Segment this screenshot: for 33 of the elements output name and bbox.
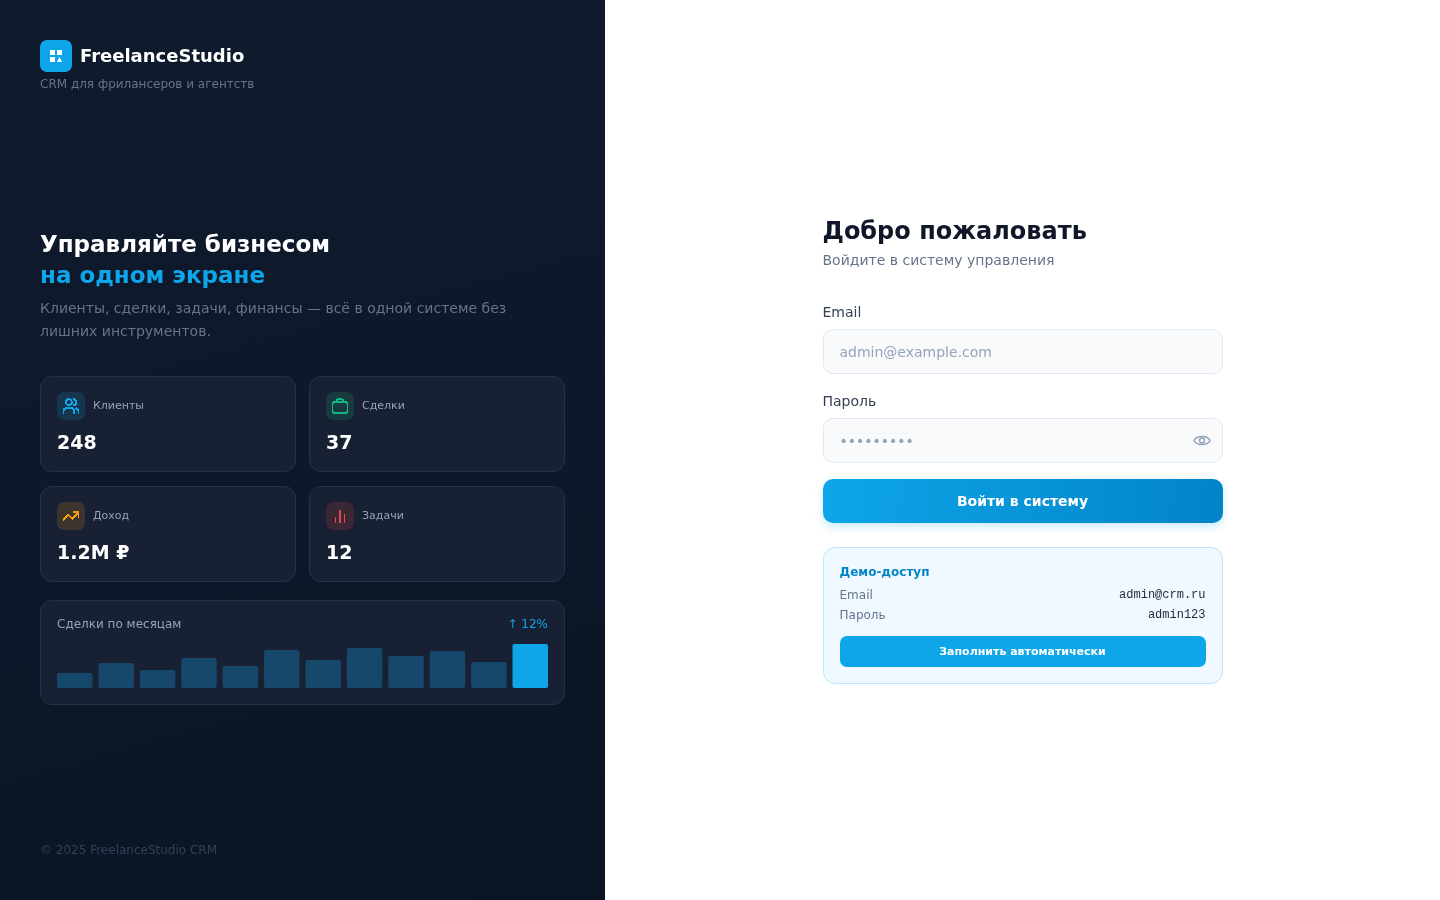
chart-title: Сделки по месяцам	[57, 616, 182, 632]
login-button[interactable]: Войти в систему	[822, 479, 1223, 523]
hero-title: Управляйте бизнесом	[40, 230, 332, 259]
stat-value: 37	[326, 430, 354, 455]
logo-icon	[40, 40, 72, 72]
password-field[interactable]: •••••••••	[822, 418, 1223, 463]
stat-value: 12	[326, 540, 354, 565]
demo-label: Email	[839, 587, 873, 604]
autofill-button[interactable]: Заполнить автоматически	[839, 636, 1206, 667]
trend-label: ↑ 12%	[507, 616, 548, 632]
stat-label: Задачи	[362, 509, 404, 523]
demo-title: Демо-доступ	[839, 564, 931, 580]
stat-label: Сделки	[362, 399, 405, 413]
hero-description: Клиенты, сделки, задачи, финансы — всё в одной системе без лишних инструментов.	[40, 299, 508, 341]
hero-title-accent: на одном экране	[40, 261, 266, 290]
stat-label: Клиенты	[93, 399, 145, 413]
brand-tagline: CRM для фрилансеров и агентств	[40, 76, 256, 92]
bar-chart-icon	[326, 502, 354, 530]
login-title: Добро пожаловать	[822, 216, 1088, 246]
field-label: Email	[822, 303, 863, 322]
email-field[interactable]: admin@example.com	[822, 329, 1223, 374]
briefcase-icon	[326, 392, 354, 420]
field-label: Пароль	[822, 392, 878, 411]
demo-label: Пароль	[839, 607, 886, 624]
stat-label: Доход	[93, 509, 130, 523]
demo-value: admin@crm.ru	[1119, 587, 1206, 604]
eye-icon[interactable]	[1192, 434, 1211, 447]
brand-name: FreelanceStudio	[80, 44, 245, 68]
users-icon	[57, 392, 85, 420]
stat-value: 248	[57, 430, 98, 455]
login-subtitle: Войдите в систему управления	[822, 251, 1056, 270]
stat-value: 1.2M ₽	[57, 540, 131, 565]
demo-value: admin123	[1147, 607, 1206, 624]
